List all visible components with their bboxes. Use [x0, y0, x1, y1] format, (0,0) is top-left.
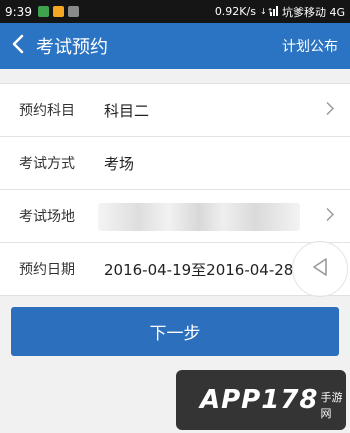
row-value: 2016-04-19至2016-04-28: [104, 260, 294, 279]
form-row-subject[interactable]: 预约科目 科目二: [0, 84, 350, 137]
app-notification-icon: [37, 6, 49, 17]
watermark-sub: 手游网: [320, 391, 343, 420]
plan-announcement-link[interactable]: 计划公布: [282, 36, 338, 56]
network-speed: 0.92K/s: [214, 5, 256, 18]
app-bar: 考试预约 计划公布: [0, 23, 350, 69]
signal-icon: ↓↑: [260, 5, 278, 19]
next-step-button[interactable]: 下一步: [11, 307, 339, 356]
chevron-right-icon: [326, 101, 335, 120]
row-label: 预约科目: [19, 103, 75, 119]
form-row-exam-venue[interactable]: 考试场地: [0, 190, 350, 243]
page-title: 考试预约: [36, 37, 108, 58]
status-time: 9:39: [5, 4, 32, 19]
row-label: 预约日期: [19, 262, 75, 278]
chevron-left-icon: [11, 34, 25, 58]
blurred-venue-value: [98, 203, 300, 231]
row-label: 考试场地: [19, 209, 75, 225]
row-value: 科目二: [104, 101, 150, 120]
status-bar: 9:39 0.92K/s ↓↑ 坑爹移动 4G: [0, 0, 350, 23]
chevron-right-icon: [326, 207, 335, 226]
row-value: 考场: [104, 154, 135, 173]
carrier-label: 坑爹移动 4G: [281, 5, 345, 19]
triangle-left-icon: [311, 257, 329, 281]
watermark-logo: APP178 手游网: [176, 370, 346, 430]
watermark-text: APP178: [200, 385, 319, 415]
app-notification-icon: [52, 6, 64, 17]
app-notification-icon: [67, 6, 79, 17]
row-label: 考试方式: [19, 156, 75, 172]
back-button[interactable]: [0, 23, 36, 69]
form-row-exam-mode: 考试方式 考场: [0, 137, 350, 190]
floating-back-button[interactable]: [292, 241, 348, 297]
